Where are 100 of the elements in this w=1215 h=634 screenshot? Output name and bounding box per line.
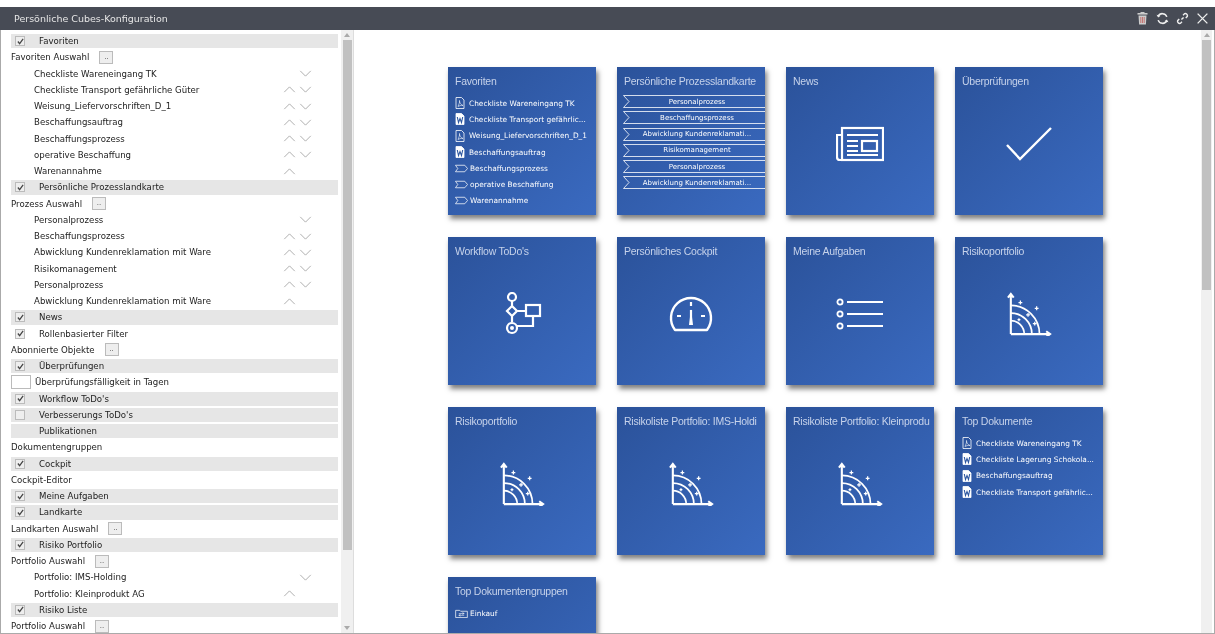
list-item[interactable]: Abwicklung Kundenreklamation mit Ware — [34, 247, 282, 258]
checkbox[interactable] — [15, 328, 25, 339]
chevron-up-icon[interactable] — [283, 297, 296, 305]
list-item[interactable]: Abwicklung Kundenreklamation mit Ware — [34, 296, 282, 307]
chevron-up-icon[interactable] — [283, 232, 296, 240]
tile-title: Risikoliste Portfolio: Kleinprodu — [793, 415, 931, 427]
cube-tile[interactable]: Workflow ToDo's — [448, 237, 596, 385]
checkbox[interactable] — [15, 507, 25, 518]
chevron-down-icon[interactable] — [299, 248, 312, 256]
list-item[interactable]: Checkliste Transport gefährliche Güter — [34, 84, 282, 95]
link-icon[interactable] — [1176, 12, 1189, 25]
section-label: News — [39, 312, 63, 323]
chevron-down-icon[interactable] — [299, 216, 312, 224]
field-label: Landkarten Auswahl — [11, 523, 99, 534]
section-label: Verbesserungs ToDo's — [39, 409, 133, 420]
scroll-down-icon[interactable] — [344, 626, 350, 630]
tile-title: Persönliche Prozesslandkarte — [624, 75, 757, 87]
chevron-down-icon[interactable] — [299, 70, 312, 78]
list-item[interactable]: Beschaffungsprozess — [34, 133, 282, 144]
list-item[interactable]: Personalprozess — [34, 279, 282, 290]
checkbox[interactable] — [15, 458, 25, 469]
chevron-up-icon[interactable] — [283, 590, 296, 598]
section-label: Risiko Liste — [39, 604, 88, 615]
chevron-up-icon[interactable] — [283, 86, 296, 94]
cube-tile[interactable]: Überprüfungen — [955, 67, 1103, 215]
cube-tile[interactable]: Persönliches Cockpit — [617, 237, 765, 385]
chevron-up-icon[interactable] — [283, 102, 296, 110]
chevron-up-icon[interactable] — [283, 135, 296, 143]
chevron-up-icon[interactable] — [283, 167, 296, 175]
field-label: Cockpit-Editor — [11, 474, 72, 485]
input-field[interactable] — [11, 375, 31, 390]
tile-title: Risikoportfolio — [962, 245, 1026, 257]
cube-tile[interactable]: Risikoliste Portfolio: Kleinprodu — [786, 407, 934, 555]
list-item[interactable]: Warenannahme — [34, 166, 282, 177]
chevron-down-icon[interactable] — [299, 118, 312, 126]
checkbox[interactable] — [15, 182, 25, 193]
chevron-up-icon[interactable] — [283, 265, 296, 273]
process-step-icon — [455, 180, 468, 190]
list-item[interactable]: Checkliste Wareneingang TK — [34, 68, 282, 79]
cube-tile[interactable]: Risikoportfolio — [448, 407, 596, 555]
list-item[interactable]: operative Beschaffung — [34, 149, 282, 160]
section-label: Persönliche Prozesslandkarte — [39, 182, 165, 193]
tile-title: News — [793, 75, 820, 87]
field-label: Dokumentengruppen — [11, 442, 103, 453]
section-label: Landkarte — [39, 507, 83, 518]
list-item[interactable]: Portfolio: Kleinprodukt AG — [34, 588, 282, 599]
list-item[interactable]: Personalprozess — [34, 214, 282, 225]
tile-title: Favoriten — [455, 75, 498, 87]
list-item[interactable]: Weisung_Liefervorschriften_D_1 — [34, 101, 282, 112]
checkbox[interactable] — [15, 539, 25, 550]
checkbox[interactable] — [15, 409, 25, 420]
chevron-down-icon[interactable] — [299, 232, 312, 240]
cube-tile[interactable]: Meine Aufgaben — [786, 237, 934, 385]
checkbox[interactable] — [15, 361, 25, 372]
chevron-down-icon[interactable] — [299, 86, 312, 94]
chevron-up-icon[interactable] — [283, 118, 296, 126]
checkbox[interactable] — [15, 604, 25, 615]
process-step-icon — [455, 163, 468, 173]
word-document-icon — [962, 486, 972, 499]
chevron-down-icon[interactable] — [299, 135, 312, 143]
pdf-document-icon — [455, 97, 465, 110]
checkbox-label: Rollenbasierter Filter — [39, 328, 128, 339]
folder-icon — [455, 608, 468, 618]
list-item[interactable]: Portfolio: IMS-Holding — [34, 572, 282, 583]
list-item[interactable]: Beschaffungsauftrag — [34, 117, 282, 128]
checkbox[interactable] — [15, 312, 25, 323]
tile-title: Top Dokumente — [962, 415, 1034, 427]
chevron-down-icon[interactable] — [299, 265, 312, 273]
cube-tile[interactable]: Risikoliste Portfolio: IMS-Holdi — [617, 407, 765, 555]
chevron-down-icon[interactable] — [299, 151, 312, 159]
section-label: Favoriten — [39, 36, 79, 47]
checkbox[interactable] — [15, 491, 25, 502]
checkbox[interactable] — [15, 393, 25, 404]
refresh-icon[interactable] — [1156, 12, 1169, 25]
chevron-up-icon[interactable] — [283, 248, 296, 256]
tile-title: Top Dokumentengruppen — [455, 585, 569, 597]
chevron-down-icon[interactable] — [299, 573, 312, 581]
trash-icon[interactable] — [1136, 12, 1149, 25]
tile-title: Risikoliste Portfolio: IMS-Holdi — [624, 415, 758, 427]
word-document-icon — [455, 113, 465, 126]
cube-tile[interactable]: Risikoportfolio — [955, 237, 1103, 385]
section-label: Publikationen — [39, 426, 97, 437]
field-label: Prozess Auswahl — [11, 198, 83, 209]
chevron-down-icon[interactable] — [299, 102, 312, 110]
chevron-up-icon[interactable] — [283, 151, 296, 159]
scroll-up-icon[interactable] — [1203, 33, 1210, 37]
field-label: Portfolio Auswahl — [11, 621, 86, 632]
tile-title: Workflow ToDo's — [455, 245, 530, 257]
scrollbar[interactable] — [341, 30, 353, 633]
chevron-up-icon[interactable] — [283, 281, 296, 289]
checkbox[interactable] — [15, 36, 25, 47]
list-item[interactable]: Beschaffungsprozess — [34, 231, 282, 242]
chevron-down-icon[interactable] — [299, 281, 312, 289]
cube-tile[interactable]: News — [786, 67, 934, 215]
close-icon[interactable] — [1196, 12, 1209, 25]
word-document-icon — [962, 469, 972, 482]
field-label: Abonnierte Objekte — [11, 344, 95, 355]
list-item[interactable]: Risikomanagement — [34, 263, 282, 274]
scrollbar[interactable] — [1201, 30, 1212, 633]
scroll-up-icon[interactable] — [344, 33, 350, 37]
